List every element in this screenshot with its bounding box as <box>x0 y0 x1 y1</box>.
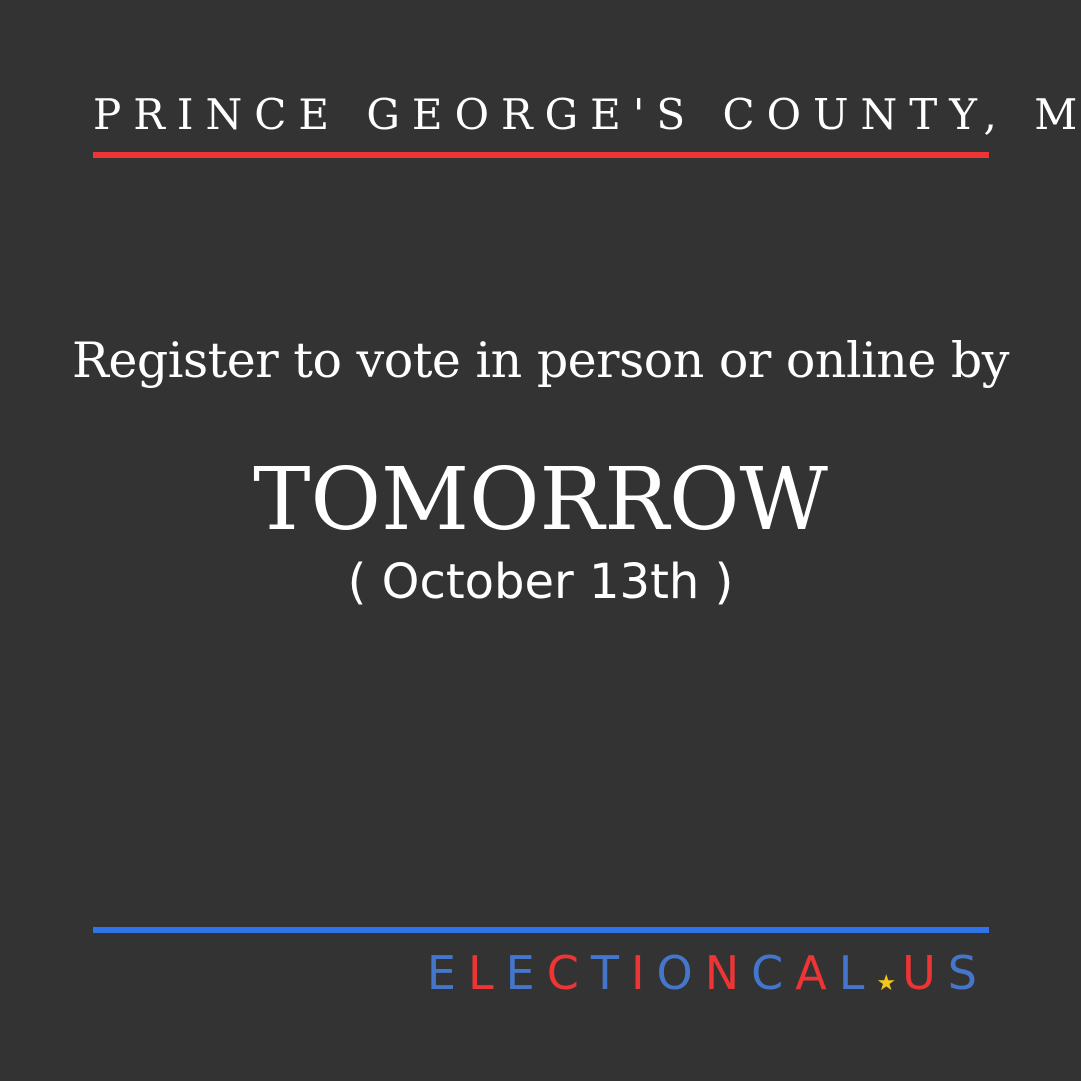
voter-registration-card: PRINCE GEORGE'S COUNTY, MARYLAND Registe… <box>0 0 1081 1081</box>
deadline-label: TOMORROW <box>0 450 1081 550</box>
header-red-rule <box>93 152 989 158</box>
logo-letter: E <box>426 946 468 1000</box>
logo-letter: L <box>467 946 506 1000</box>
logo-letter: S <box>947 946 989 1000</box>
deadline-date: ( October 13th ) <box>347 554 734 610</box>
electioncal-logo: ELECTIONCAL ★ US <box>427 946 989 1000</box>
logo-letter: L <box>838 946 877 1000</box>
logo-letter: N <box>704 946 752 1000</box>
deadline-text: TOMORROW <box>253 450 828 550</box>
logo-letter: U <box>902 946 948 1000</box>
logo-letter: C <box>546 946 591 1000</box>
logo-letter: T <box>590 946 631 1000</box>
logo-letter: A <box>795 946 839 1000</box>
logo-letter: E <box>505 946 547 1000</box>
header-clip: PRINCE GEORGE'S COUNTY, MARYLAND <box>93 90 1081 140</box>
register-message: Register to vote in person or online by <box>72 332 1009 389</box>
logo-text-main: ELECTIONCAL <box>427 946 876 1000</box>
logo-letter: C <box>751 946 796 1000</box>
star-icon: ★ <box>876 970 903 996</box>
footer-blue-rule <box>93 927 989 933</box>
location-heading: PRINCE GEORGE'S COUNTY, MARYLAND <box>93 90 1081 139</box>
logo-letter: I <box>630 946 657 1000</box>
logo-text-suffix: US <box>902 946 989 1000</box>
logo-letter: O <box>656 946 705 1000</box>
